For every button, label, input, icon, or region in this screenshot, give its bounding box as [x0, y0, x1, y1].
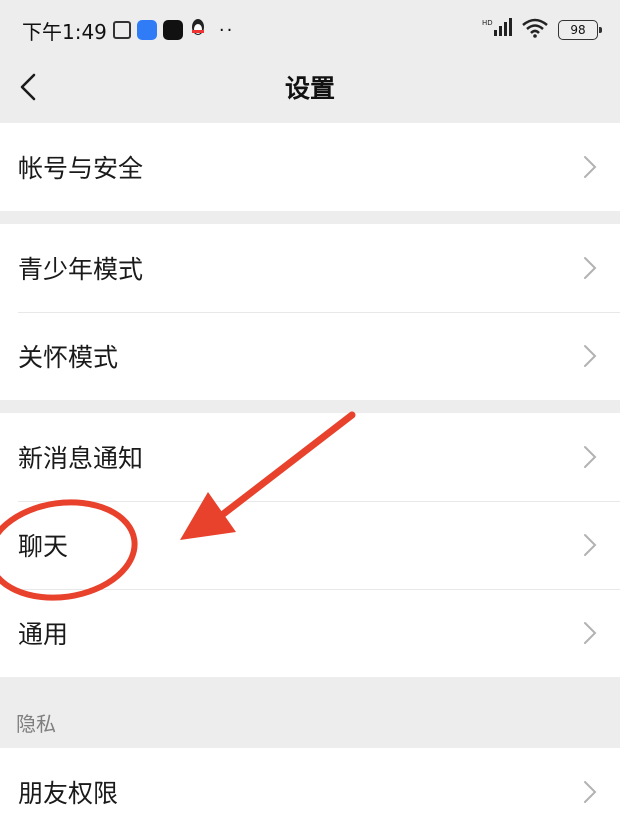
nav-bar: 设置	[0, 60, 620, 114]
section-header-privacy: 隐私	[16, 712, 56, 736]
settings-item-label: 关怀模式	[18, 343, 119, 372]
back-icon[interactable]	[16, 72, 44, 102]
svg-text:HD: HD	[482, 19, 493, 27]
chevron-right-icon	[584, 781, 597, 803]
settings-item-chat[interactable]: 聊天	[0, 501, 620, 589]
status-left: 下午1:49 ··	[22, 16, 234, 45]
signal-icon: HD	[482, 17, 512, 43]
tiktok-icon	[162, 20, 183, 40]
settings-item-care-mode[interactable]: 关怀模式	[0, 312, 620, 400]
status-right: HD 98	[482, 17, 602, 43]
settings-item-label: 帐号与安全	[18, 154, 144, 183]
chevron-right-icon	[584, 257, 597, 279]
settings-item-label: 聊天	[18, 532, 69, 561]
settings-group-general: 新消息通知 聊天 通用	[0, 413, 620, 677]
settings-item-label: 新消息通知	[18, 444, 144, 473]
wifi-icon	[522, 18, 548, 43]
app-notification-icon	[136, 20, 157, 40]
settings-item-friend-permissions[interactable]: 朋友权限	[0, 748, 620, 836]
settings-item-label: 青少年模式	[18, 255, 144, 284]
settings-item-label: 朋友权限	[18, 779, 119, 808]
status-time: 下午1:49	[22, 19, 107, 44]
settings-item-teen-mode[interactable]: 青少年模式	[0, 224, 620, 312]
settings-item-label: 通用	[18, 620, 69, 649]
settings-group-modes: 青少年模式 关怀模式	[0, 224, 620, 400]
settings-item-notifications[interactable]: 新消息通知	[0, 413, 620, 501]
more-indicator: ··	[218, 19, 235, 41]
chevron-right-icon	[584, 345, 597, 367]
settings-item-account-security[interactable]: 帐号与安全	[0, 123, 620, 211]
annotation-overlay	[0, 411, 356, 601]
settings-group-privacy: 朋友权限	[0, 748, 620, 836]
qq-icon	[189, 18, 207, 43]
battery-icon: 98	[558, 20, 602, 40]
chevron-right-icon	[584, 622, 597, 644]
chevron-right-icon	[584, 156, 597, 178]
nfc-icon	[112, 21, 131, 39]
settings-group-account: 帐号与安全	[0, 123, 620, 211]
chevron-right-icon	[584, 446, 597, 468]
page-title: 设置	[284, 74, 335, 103]
settings-item-general[interactable]: 通用	[0, 589, 620, 677]
chevron-right-icon	[584, 534, 597, 556]
status-bar: 下午1:49 ·· HD 98	[0, 0, 620, 60]
